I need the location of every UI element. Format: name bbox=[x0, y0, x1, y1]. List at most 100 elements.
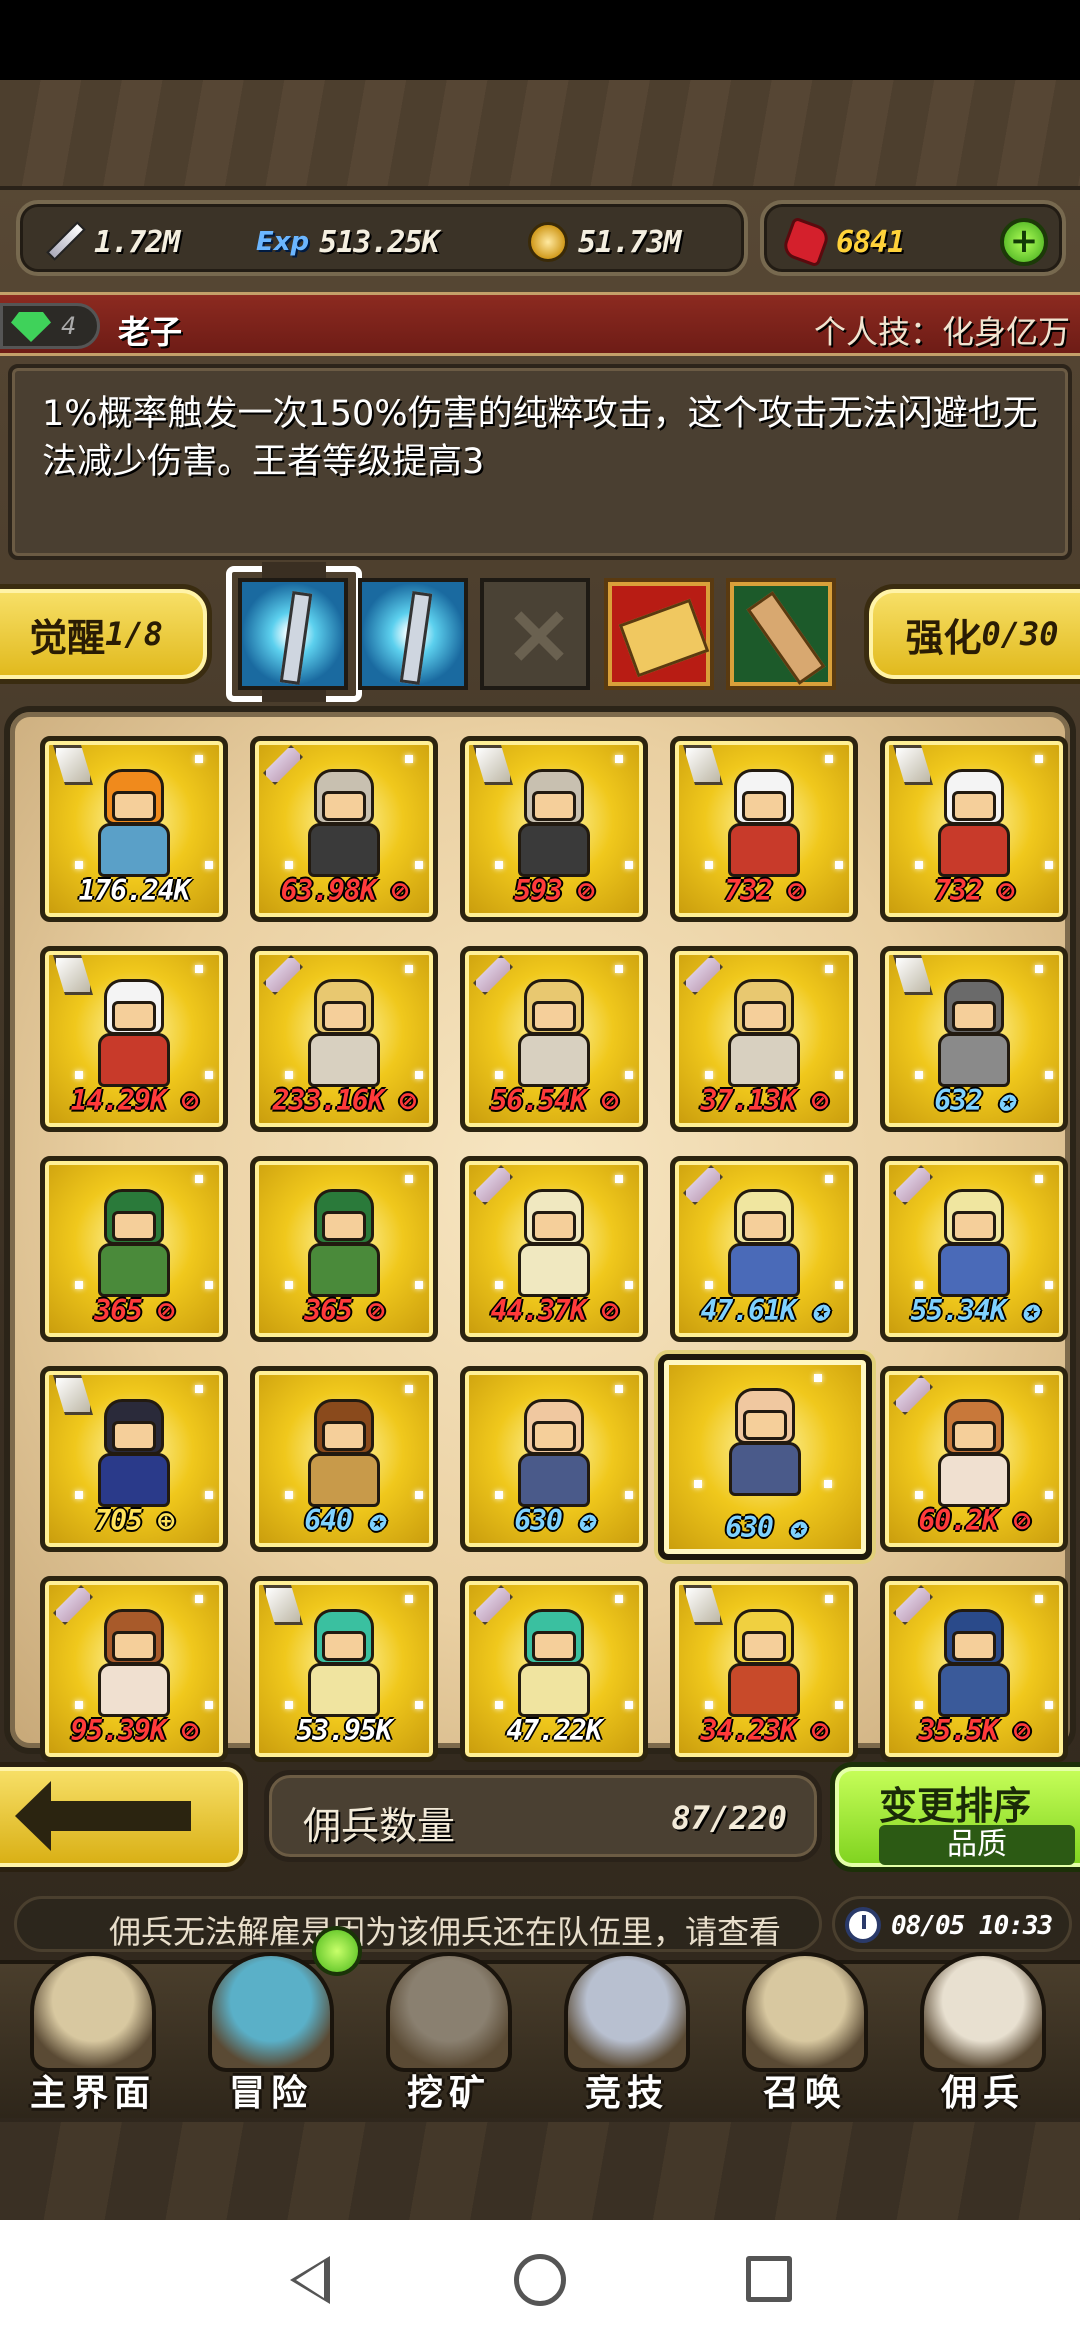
hero-portrait-icon bbox=[926, 1189, 1022, 1299]
sparkle-icon bbox=[705, 1071, 713, 1079]
pickaxe-icon bbox=[386, 1952, 512, 2072]
hero-card[interactable]: 35.5K ⊘ bbox=[880, 1576, 1068, 1762]
sparkle-icon bbox=[75, 1071, 83, 1079]
nav-item[interactable]: 佣兵 bbox=[896, 1952, 1070, 2118]
sparkle-icon bbox=[405, 1385, 413, 1393]
hero-card[interactable]: 705 ⊕ bbox=[40, 1366, 228, 1552]
hero-power-value: 365 ⊘ bbox=[94, 1294, 174, 1327]
system-nav-bar bbox=[0, 2220, 1080, 2340]
hero-body bbox=[98, 823, 170, 877]
add-gems-button[interactable]: + bbox=[1000, 218, 1048, 266]
hero-card[interactable]: 632 ✪ bbox=[880, 946, 1068, 1132]
hero-face bbox=[952, 1631, 996, 1661]
sparkle-icon bbox=[705, 1701, 713, 1709]
hero-portrait-icon bbox=[506, 979, 602, 1089]
hero-portrait-icon bbox=[716, 769, 812, 879]
sparkle-icon bbox=[824, 1480, 832, 1488]
hero-card[interactable]: 593 ⊘ bbox=[460, 736, 648, 922]
crossed-swords-icon bbox=[564, 1952, 690, 2072]
awaken-value: 1/8 bbox=[105, 615, 163, 653]
sort-label: 变更排序 bbox=[878, 1784, 1031, 1828]
sparkle-icon bbox=[495, 861, 503, 869]
sparkle-icon bbox=[835, 1281, 843, 1289]
mercenary-count: 87/220 bbox=[671, 1799, 787, 1837]
nav-item[interactable]: 冒险 bbox=[184, 1952, 358, 2118]
back-arrow-icon bbox=[15, 1781, 191, 1851]
hero-body bbox=[938, 1243, 1010, 1297]
nav-item[interactable]: 挖矿 bbox=[362, 1952, 536, 2118]
system-home-icon[interactable] bbox=[514, 2254, 566, 2306]
hero-body bbox=[518, 1663, 590, 1717]
red-scroll-icon[interactable] bbox=[604, 578, 714, 690]
hero-card[interactable]: 60.2K ⊘ bbox=[880, 1366, 1068, 1552]
hero-card[interactable]: 44.37K ⊘ bbox=[460, 1156, 648, 1342]
sparkle-icon bbox=[915, 861, 923, 869]
hero-card[interactable]: 630 ✪ bbox=[658, 1354, 872, 1560]
hero-card[interactable]: 14.29K ⊘ bbox=[40, 946, 228, 1132]
enhance-button[interactable]: 强化 0/30 bbox=[864, 584, 1080, 684]
hero-power-value: 176.24K bbox=[78, 874, 190, 907]
hero-card[interactable]: 47.61K ✪ bbox=[670, 1156, 858, 1342]
sparkle-icon bbox=[285, 1701, 293, 1709]
nav-item[interactable]: 主界面 bbox=[6, 1952, 180, 2118]
awaken-button[interactable]: 觉醒 1/8 bbox=[0, 584, 212, 684]
sparkle-icon bbox=[1045, 861, 1053, 869]
hero-card[interactable]: 47.22K bbox=[460, 1576, 648, 1762]
hero-portrait-icon bbox=[926, 1609, 1022, 1719]
emerald-icon bbox=[11, 312, 51, 342]
sparkle-icon bbox=[405, 755, 413, 763]
hero-card[interactable]: 365 ⊘ bbox=[40, 1156, 228, 1342]
hero-card[interactable]: 55.34K ✪ bbox=[880, 1156, 1068, 1342]
hero-face bbox=[322, 1421, 366, 1451]
skill-description-box: 1%概率触发一次150%伤害的纯粹攻击，这个攻击无法闪避也无法减少伤害。王者等级… bbox=[8, 364, 1072, 560]
resource-bar: 1.72M Exp 513.25K 51.73M bbox=[16, 200, 748, 276]
hero-card[interactable]: 732 ⊘ bbox=[670, 736, 858, 922]
ice-chain-icon[interactable] bbox=[358, 578, 468, 690]
hero-face bbox=[742, 1001, 786, 1031]
nav-label: 佣兵 bbox=[940, 2073, 1025, 2114]
hero-power-value: 56.54K ⊘ bbox=[490, 1084, 619, 1117]
hero-card[interactable]: 176.24K bbox=[40, 736, 228, 922]
hero-card[interactable]: 365 ⊘ bbox=[250, 1156, 438, 1342]
system-recents-icon[interactable] bbox=[746, 2256, 792, 2302]
hero-power-value: 55.34K ✪ bbox=[910, 1294, 1039, 1327]
sparkle-icon bbox=[825, 1175, 833, 1183]
hero-power-value: 732 ⊘ bbox=[934, 874, 1014, 907]
hero-card[interactable]: 630 ✪ bbox=[460, 1366, 648, 1552]
hero-portrait-icon bbox=[296, 1189, 392, 1299]
nav-item[interactable]: 召唤 bbox=[718, 1952, 892, 2118]
sparkle-icon bbox=[195, 755, 203, 763]
ice-chain-icon[interactable] bbox=[238, 578, 348, 690]
hero-card[interactable]: 233.16K ⊘ bbox=[250, 946, 438, 1132]
hero-card[interactable]: 53.95K bbox=[250, 1576, 438, 1762]
hero-power-value: 593 ⊘ bbox=[514, 874, 594, 907]
sparkle-icon bbox=[1045, 1281, 1053, 1289]
attack-value: 1.72M bbox=[94, 224, 180, 260]
hero-card[interactable]: 37.13K ⊘ bbox=[670, 946, 858, 1132]
sparkle-icon bbox=[915, 1701, 923, 1709]
hero-card[interactable]: 732 ⊘ bbox=[880, 736, 1068, 922]
hero-portrait-icon bbox=[506, 769, 602, 879]
sparkle-icon bbox=[1035, 1385, 1043, 1393]
hero-card[interactable]: 640 ✪ bbox=[250, 1366, 438, 1552]
nav-label: 竞技 bbox=[584, 2073, 669, 2114]
top-decoration bbox=[0, 80, 1080, 190]
hero-card[interactable]: 63.98K ⊘ bbox=[250, 736, 438, 922]
back-button[interactable] bbox=[0, 1762, 248, 1872]
sparkle-icon bbox=[615, 1175, 623, 1183]
hero-portrait-icon bbox=[926, 1399, 1022, 1509]
sparkle-icon bbox=[1045, 1071, 1053, 1079]
change-sort-button[interactable]: 变更排序 品质 bbox=[830, 1762, 1080, 1872]
sparkle-icon bbox=[615, 965, 623, 973]
hero-card[interactable]: 95.39K ⊘ bbox=[40, 1576, 228, 1762]
system-back-icon[interactable] bbox=[290, 2256, 330, 2304]
green-scroll-icon[interactable] bbox=[726, 578, 836, 690]
tip-bar: 佣兵无法解雇是因为该佣兵还在队伍里，请查看 bbox=[14, 1896, 822, 1952]
nav-item[interactable]: 竞技 bbox=[540, 1952, 714, 2118]
hero-name: 老子 bbox=[118, 313, 183, 351]
hero-card[interactable]: 34.23K ⊘ bbox=[670, 1576, 858, 1762]
empty-slot-icon[interactable] bbox=[480, 578, 590, 690]
sparkle-icon bbox=[825, 755, 833, 763]
hero-card[interactable]: 56.54K ⊘ bbox=[460, 946, 648, 1132]
hero-face bbox=[322, 791, 366, 821]
